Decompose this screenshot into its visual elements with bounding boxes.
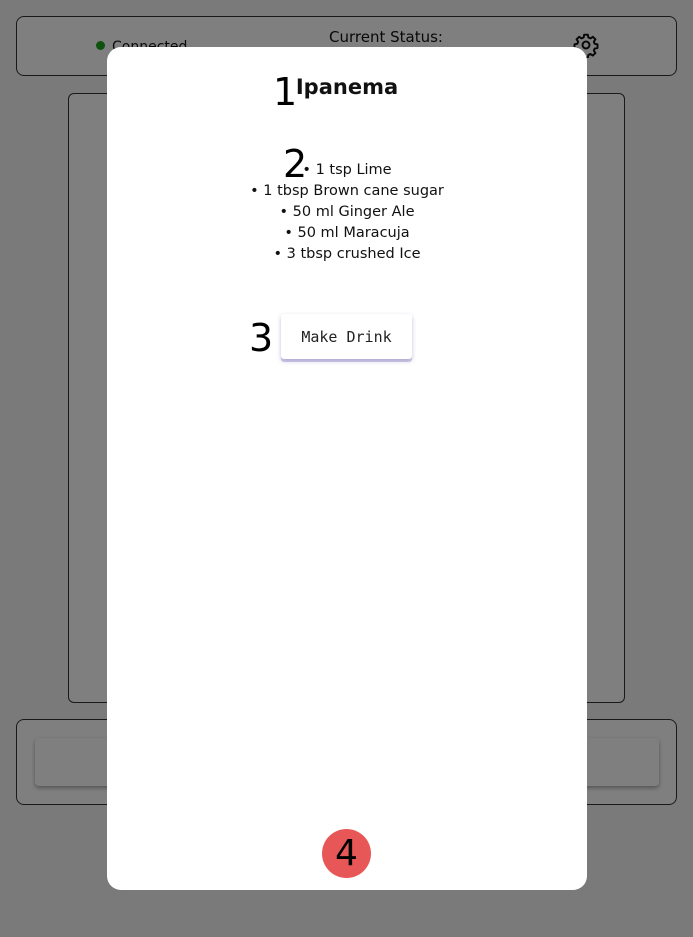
annotation-marker-3: 3: [249, 316, 274, 360]
make-drink-button[interactable]: Make Drink: [281, 314, 412, 359]
list-item: 1 tsp Lime: [107, 160, 587, 181]
drink-title: Ipanema: [295, 75, 399, 99]
list-item: 50 ml Ginger Ale: [107, 202, 587, 223]
list-item: 50 ml Maracuja: [107, 223, 587, 244]
list-item: 1 tbsp Brown cane sugar: [107, 181, 587, 202]
ingredient-list: 1 tsp Lime 1 tbsp Brown cane sugar 50 ml…: [107, 160, 587, 265]
app-root: Connected Current Status: 1 Ipanema 2 1 …: [0, 0, 693, 937]
recipe-modal: 1 Ipanema 2 1 tsp Lime 1 tbsp Brown cane…: [107, 47, 587, 890]
annotation-marker-4: 4: [322, 829, 371, 878]
list-item: 3 tbsp crushed Ice: [107, 244, 587, 265]
